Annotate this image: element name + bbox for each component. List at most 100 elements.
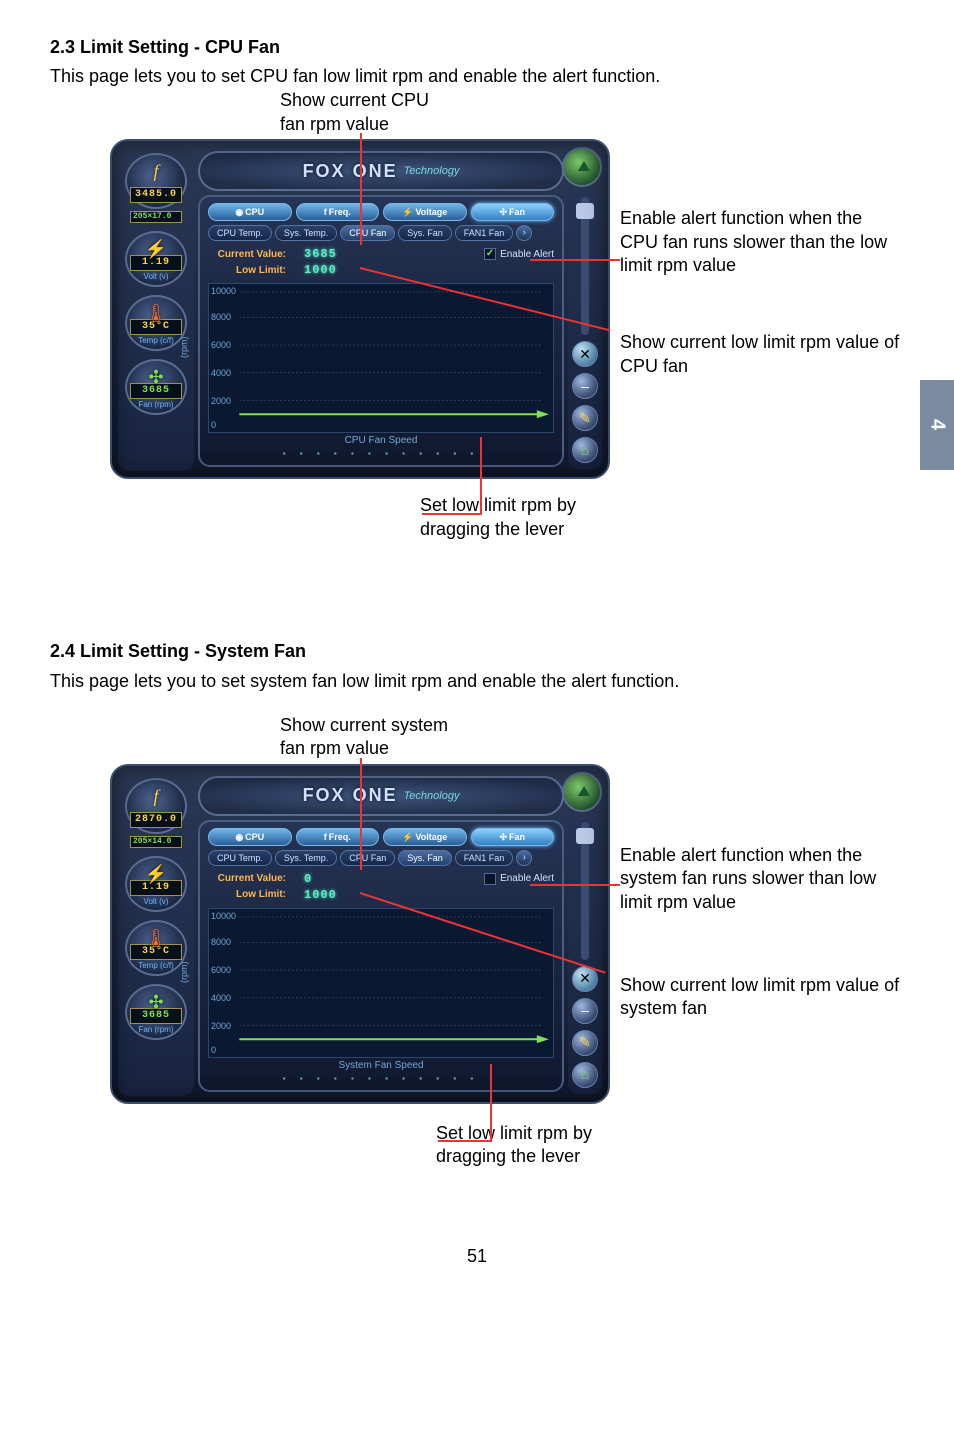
ytick: 2000 (211, 396, 231, 406)
callout-low-limit: Show current low limit rpm value of CPU … (620, 331, 900, 378)
low-limit-label: Low Limit: (208, 889, 286, 900)
low-limit-value: 1000 (304, 888, 337, 902)
ytick: 8000 (211, 937, 231, 947)
callout-enable-alert: Enable alert function when the CPU fan r… (620, 207, 900, 277)
enable-alert-checkbox[interactable]: ✓ (484, 248, 496, 260)
main-panel: ◉CPU fFreq. ⚡Voltage ✣Fan CPU Temp. Sys.… (198, 820, 564, 1092)
tab-cpu[interactable]: ◉CPU (208, 203, 292, 221)
callout-top: Show current system fan rpm value (280, 714, 448, 761)
ytick: 6000 (211, 340, 231, 350)
section-desc: This page lets you to set CPU fan low li… (50, 64, 904, 89)
freq-readout: 2870.0 (130, 812, 182, 828)
subtab-cpu-fan[interactable]: CPU Fan (340, 225, 395, 241)
volt-unit: Volt (v) (144, 898, 169, 906)
subtab-sys-temp[interactable]: Sys. Temp. (275, 850, 337, 866)
gauge-temperature[interactable]: 🌡 35°C Temp (c/f) (125, 295, 187, 351)
fan-unit: Fan (rpm) (138, 401, 173, 409)
main-panel: ◉CPU fFreq. ⚡Voltage ✣Fan CPU Temp. Sys.… (198, 195, 564, 467)
gauge-fan[interactable]: ✣ 3685 Fan (rpm) (125, 984, 187, 1040)
chart-title: CPU Fan Speed (208, 435, 554, 446)
subtab-next-button[interactable]: › (516, 225, 532, 241)
brand-label: FOX ONE (303, 161, 398, 182)
fan-speed-chart: 10000 8000 6000 4000 2000 0 (rpm) (208, 283, 554, 433)
app-header: FOX ONE Technology (198, 776, 564, 816)
ytick: 0 (211, 420, 216, 430)
callout-low-limit: Show current low limit rpm value of syst… (620, 974, 900, 1021)
current-value-label: Current Value: (208, 249, 286, 260)
config-button[interactable]: ✎ (572, 405, 598, 431)
tab-cpu[interactable]: ◉CPU (208, 828, 292, 846)
ytick: 4000 (211, 993, 231, 1003)
subtab-sys-fan[interactable]: Sys. Fan (398, 850, 452, 866)
fan-speed-chart: 10000 8000 6000 4000 2000 0 (rpm) (208, 908, 554, 1058)
gauge-voltage[interactable]: ⚡ 1.19 Volt (v) (125, 856, 187, 912)
vertical-slider[interactable] (581, 822, 589, 960)
chart-title: System Fan Speed (208, 1060, 554, 1071)
limit-lever[interactable] (537, 411, 549, 419)
subtab-sys-fan[interactable]: Sys. Fan (398, 225, 452, 241)
ytick: 10000 (211, 286, 236, 296)
gauge-temperature[interactable]: 🌡 35°C Temp (c/f) (125, 920, 187, 976)
chart-ylabel: (rpm) (179, 961, 189, 983)
subtab-cpu-temp[interactable]: CPU Temp. (208, 850, 272, 866)
fan-unit: Fan (rpm) (138, 1026, 173, 1034)
resize-grip-icon: ▪ ▪ ▪ ▪ ▪ ▪ ▪ ▪ ▪ ▪ ▪ ▪ (208, 1073, 554, 1084)
enable-alert-checkbox[interactable] (484, 873, 496, 885)
subtab-fan1-fan[interactable]: FAN1 Fan (455, 225, 514, 241)
minimize-button[interactable]: – (572, 998, 598, 1024)
subtab-next-button[interactable]: › (516, 850, 532, 866)
section-heading: 2.3 Limit Setting - CPU Fan (50, 35, 904, 60)
ytick: 10000 (211, 911, 236, 921)
low-limit-label: Low Limit: (208, 265, 286, 276)
chart-ylabel: (rpm) (179, 337, 189, 359)
subtab-sys-temp[interactable]: Sys. Temp. (275, 225, 337, 241)
brand-label: FOX ONE (303, 785, 398, 806)
low-limit-value: 1000 (304, 263, 337, 277)
freq-readout: 3485.0 (130, 187, 182, 203)
tab-voltage[interactable]: ⚡Voltage (383, 203, 467, 221)
tab-voltage[interactable]: ⚡Voltage (383, 828, 467, 846)
power-knob[interactable] (562, 147, 602, 187)
tab-freq[interactable]: fFreq. (296, 828, 380, 846)
current-value-label: Current Value: (208, 873, 286, 884)
temp-unit: Temp (c/f) (138, 337, 174, 345)
limit-lever[interactable] (537, 1035, 549, 1043)
subtab-cpu-temp[interactable]: CPU Temp. (208, 225, 272, 241)
ytick: 0 (211, 1045, 216, 1055)
ytick: 4000 (211, 368, 231, 378)
gauge-frequency[interactable]: f 2870.0 (125, 778, 187, 834)
gauge-voltage[interactable]: ⚡ 1.19 Volt (v) (125, 231, 187, 287)
callout-lever: Set low limit rpm by dragging the lever (420, 494, 640, 541)
temp-unit: Temp (c/f) (138, 962, 174, 970)
sidebar: f 2870.0 205×14.0 ⚡ 1.19 Volt (v) 🌡 35°C… (118, 772, 194, 1096)
chapter-side-tab: 4 (920, 380, 954, 470)
ytick: 2000 (211, 1021, 231, 1031)
brand-suffix: Technology (404, 165, 460, 177)
close-button[interactable]: ✕ (572, 341, 598, 367)
power-knob[interactable] (562, 772, 602, 812)
callout-top: Show current CPU fan rpm value (280, 89, 429, 136)
tab-freq[interactable]: fFreq. (296, 203, 380, 221)
subtab-fan1-fan[interactable]: FAN1 Fan (455, 850, 514, 866)
volt-unit: Volt (v) (144, 273, 169, 281)
home-button[interactable]: ⌂ (572, 437, 598, 463)
section-heading: 2.4 Limit Setting - System Fan (50, 639, 904, 664)
page-number: 51 (50, 1244, 904, 1269)
app-header: FOX ONE Technology (198, 151, 564, 191)
section-desc: This page lets you to set system fan low… (50, 669, 904, 694)
tab-fan[interactable]: ✣Fan (471, 203, 555, 221)
vertical-slider[interactable] (581, 197, 589, 335)
tab-fan[interactable]: ✣Fan (471, 828, 555, 846)
gauge-frequency[interactable]: f 3485.0 (125, 153, 187, 209)
subtab-cpu-fan[interactable]: CPU Fan (340, 850, 395, 866)
gauge-fan[interactable]: ✣ 3685 Fan (rpm) (125, 359, 187, 415)
sidebar: f 3485.0 205×17.0 ⚡ 1.19 Volt (v) 🌡 35°C… (118, 147, 194, 471)
config-button[interactable]: ✎ (572, 1030, 598, 1056)
resize-grip-icon: ▪ ▪ ▪ ▪ ▪ ▪ ▪ ▪ ▪ ▪ ▪ ▪ (208, 448, 554, 459)
freq-sub-readout: 205×14.0 (130, 836, 182, 848)
home-button[interactable]: ⌂ (572, 1062, 598, 1088)
brand-suffix: Technology (404, 790, 460, 802)
callout-enable-alert: Enable alert function when the system fa… (620, 844, 900, 914)
callout-lever: Set low limit rpm by dragging the lever (436, 1122, 656, 1169)
minimize-button[interactable]: – (572, 373, 598, 399)
